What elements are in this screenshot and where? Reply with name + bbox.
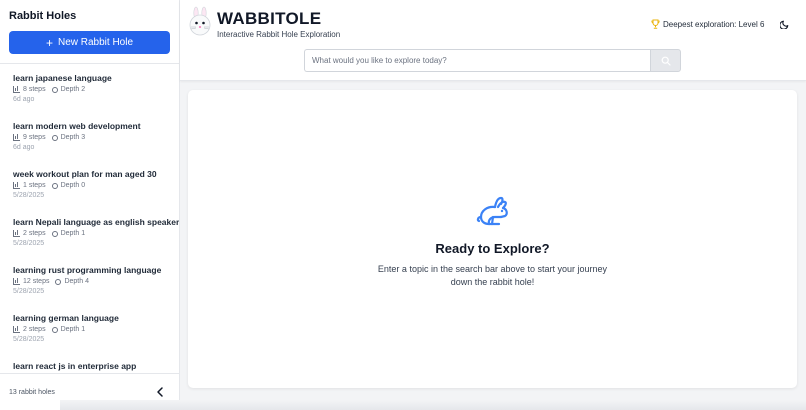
rabbit-hole-count: 13 rabbit holes [9, 389, 55, 396]
rabbit-hole-item[interactable]: learn modern web development 9 steps Dep… [13, 121, 173, 151]
steps-count: 1 steps [23, 182, 46, 189]
steps-count: 9 steps [23, 134, 46, 141]
depth-level: Depth 1 [60, 230, 86, 237]
app-tagline: Interactive Rabbit Hole Exploration [217, 30, 341, 39]
rabbit-hole-date: 5/28/2025 [13, 336, 45, 343]
new-rabbit-hole-label: New Rabbit Hole [57, 37, 134, 48]
steps-count: 2 steps [23, 326, 46, 333]
chart-icon [13, 134, 20, 141]
app-brand: WABBITOLE [217, 9, 322, 28]
empty-state-title: Ready to Explore? [435, 241, 550, 256]
rabbit-hole-date: 5/28/2025 [13, 240, 45, 247]
search-icon [661, 56, 671, 66]
app-header: WABBITOLE Interactive Rabbit Hole Explor… [180, 0, 806, 81]
rabbit-hole-date: 5/28/2025 [13, 192, 45, 199]
steps-count: 8 steps [23, 86, 46, 93]
rabbit-hole-item[interactable]: week workout plan for man aged 30 1 step… [13, 169, 173, 199]
rabbit-hole-item[interactable]: learning rust programming language 12 st… [13, 265, 173, 295]
depth-icon [51, 134, 58, 141]
moon-icon[interactable] [780, 19, 790, 29]
deepest-exploration: Deepest exploration: Level 6 [651, 19, 764, 29]
rabbit-hole-date: 5/28/2025 [13, 288, 45, 295]
rabbit-hole-item[interactable]: learn japanese language 8 steps Depth 2 … [13, 73, 173, 103]
sidebar: Rabbit Holes + New Rabbit Hole learn jap… [0, 0, 180, 410]
rabbit-hole-title: learning rust programming language [13, 265, 162, 275]
rabbit-hole-title: learning german language [13, 313, 119, 323]
depth-level: Depth 3 [60, 134, 86, 141]
rabbit-hole-title: learn modern web development [13, 121, 141, 131]
new-rabbit-hole-button[interactable]: + New Rabbit Hole [9, 31, 170, 54]
search-input[interactable] [304, 49, 650, 72]
steps-count: 12 steps [23, 278, 50, 285]
depth-icon [55, 278, 62, 285]
chart-icon [13, 326, 20, 333]
depth-level: Depth 1 [60, 326, 86, 333]
main-content-card: Ready to Explore? Enter a topic in the s… [188, 90, 797, 388]
depth-level: Depth 4 [64, 278, 89, 285]
rabbit-hole-date: 6d ago [13, 144, 35, 151]
depth-icon [51, 182, 58, 189]
rabbit-icon [476, 196, 508, 226]
bottom-fade [60, 400, 806, 410]
rabbit-hole-date: 6d ago [13, 96, 35, 103]
rabbit-hole-title: learn japanese language [13, 73, 112, 83]
chart-icon [13, 86, 20, 93]
deepest-exploration-label: Deepest exploration: Level 6 [663, 19, 765, 29]
rabbit-hole-title: learn Nepali language as english speaker [13, 217, 179, 227]
rabbit-hole-item[interactable]: learn react js in enterprise app [13, 361, 173, 371]
depth-icon [51, 326, 58, 333]
chevron-left-icon[interactable] [155, 386, 165, 398]
depth-icon [51, 86, 58, 93]
depth-level: Depth 2 [60, 86, 86, 93]
depth-level: Depth 0 [60, 182, 86, 189]
empty-state-description: Enter a topic in the search bar above to… [377, 264, 608, 287]
rabbit-hole-title: learn react js in enterprise app [13, 361, 137, 371]
plus-icon: + [45, 35, 53, 50]
steps-count: 2 steps [23, 230, 46, 237]
trophy-icon [651, 19, 660, 29]
rabbit-hole-item[interactable]: learn Nepali language as english speaker… [13, 217, 179, 247]
chart-icon [13, 182, 20, 189]
depth-icon [51, 230, 58, 237]
rabbit-hole-item[interactable]: learning german language 2 steps Depth 1… [13, 313, 173, 343]
search-button[interactable] [650, 49, 681, 72]
rabbit-hole-list[interactable]: learn japanese language 8 steps Depth 2 … [0, 64, 179, 371]
chart-icon [13, 278, 20, 285]
sidebar-title: Rabbit Holes [9, 10, 77, 22]
chart-icon [13, 230, 20, 237]
rabbit-hole-title: week workout plan for man aged 30 [13, 169, 157, 179]
search-bar [304, 49, 681, 72]
rabbit-logo-icon [189, 6, 211, 36]
